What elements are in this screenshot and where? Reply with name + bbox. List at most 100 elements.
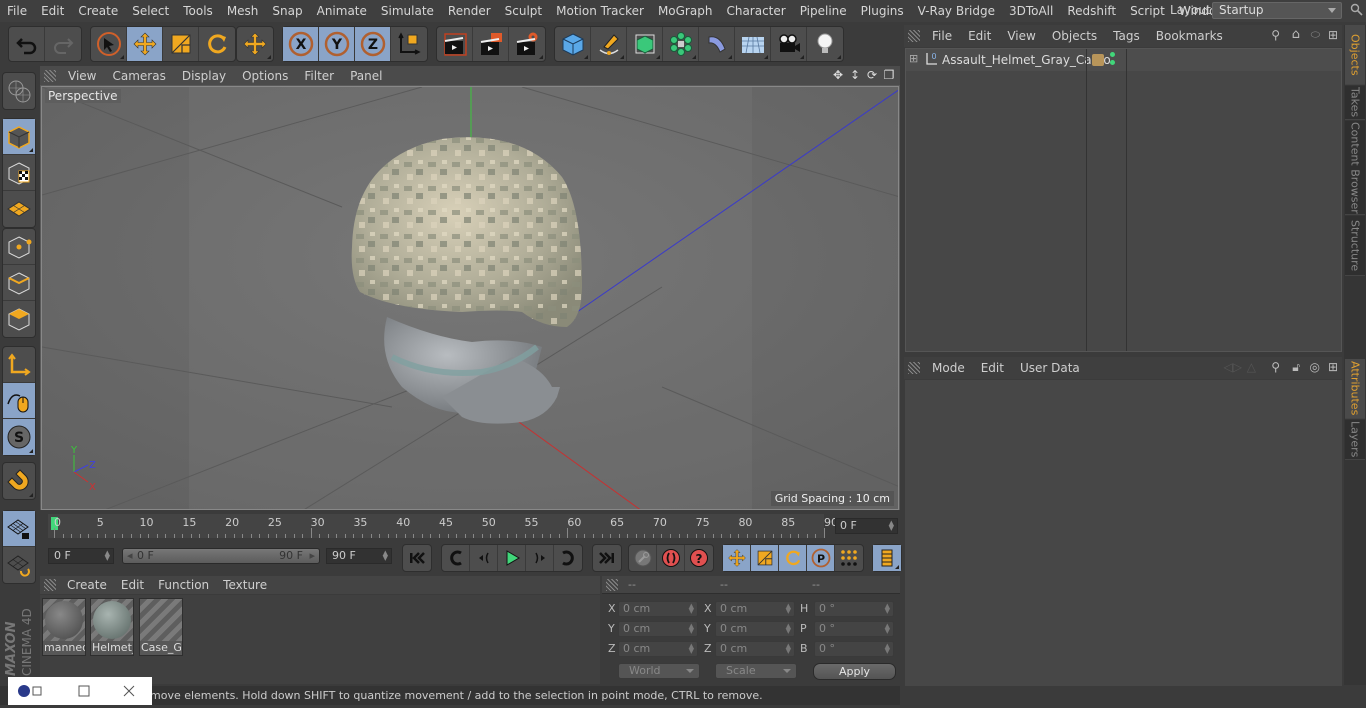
- panel-grip-icon[interactable]: [908, 30, 920, 42]
- menu-file[interactable]: File: [0, 4, 34, 18]
- object-row[interactable]: ⊞ 0 Assault_Helmet_Gray_Camo: [906, 49, 1341, 71]
- editor-visibility-dot[interactable]: [1110, 52, 1115, 57]
- panel-grip-icon[interactable]: [606, 579, 618, 591]
- up-arrow-icon[interactable]: △: [1247, 360, 1256, 374]
- polygons-mode-button[interactable]: [3, 301, 35, 337]
- objects-menu-objects[interactable]: Objects: [1044, 29, 1105, 43]
- play-button[interactable]: [498, 545, 526, 571]
- key-scale-button[interactable]: [751, 545, 779, 571]
- dolly-view-icon[interactable]: ↕: [848, 68, 862, 82]
- workplane-lock-button[interactable]: [3, 511, 35, 547]
- menu-character[interactable]: Character: [719, 4, 792, 18]
- light-button[interactable]: [807, 27, 843, 61]
- menu-sculpt[interactable]: Sculpt: [498, 4, 549, 18]
- spinner-icon[interactable]: ▲ ▼: [885, 623, 890, 635]
- menu-vray-bridge[interactable]: V-Ray Bridge: [911, 4, 1002, 18]
- spinner-icon[interactable]: ▲ ▼: [689, 643, 694, 655]
- spinner-icon[interactable]: ▲ ▼: [786, 603, 791, 615]
- objects-menu-view[interactable]: View: [999, 29, 1043, 43]
- menu-render[interactable]: Render: [441, 4, 498, 18]
- deformer-button[interactable]: [699, 27, 735, 61]
- range-left-arrow-icon[interactable]: ◂: [127, 549, 133, 563]
- menu-pipeline[interactable]: Pipeline: [793, 4, 854, 18]
- search-icon[interactable]: ⚲: [1271, 28, 1280, 42]
- viewport-menu-options[interactable]: Options: [234, 69, 296, 83]
- render-visibility-dot[interactable]: [1110, 60, 1115, 65]
- new-panel-icon[interactable]: ⊞: [1328, 360, 1338, 374]
- target-icon[interactable]: ◎: [1310, 360, 1320, 374]
- subdivision-button[interactable]: [627, 27, 663, 61]
- home-icon[interactable]: ⌂: [1292, 27, 1300, 42]
- x-axis-button[interactable]: X: [283, 27, 319, 61]
- menu-script[interactable]: Script: [1123, 4, 1172, 18]
- tab-attributes[interactable]: Attributes: [1345, 359, 1365, 419]
- viewport-menu-cameras[interactable]: Cameras: [104, 69, 173, 83]
- frame-range-slider[interactable]: ◂ 0 F 90 F ▸: [122, 548, 320, 564]
- current-frame-field[interactable]: 0 F ▲ ▼: [835, 518, 898, 534]
- spinner-icon[interactable]: ▲ ▼: [689, 623, 694, 635]
- attributes-menu-user-data[interactable]: User Data: [1012, 361, 1088, 375]
- menu-tools[interactable]: Tools: [176, 4, 220, 18]
- attributes-menu-mode[interactable]: Mode: [924, 361, 973, 375]
- spinner-icon[interactable]: ▲ ▼: [885, 603, 890, 615]
- tab-content-browser[interactable]: Content Browser: [1345, 121, 1365, 215]
- menu-simulate[interactable]: Simulate: [374, 4, 441, 18]
- menu-select[interactable]: Select: [125, 4, 176, 18]
- attributes-menu-edit[interactable]: Edit: [973, 361, 1012, 375]
- menu-mograph[interactable]: MoGraph: [651, 4, 720, 18]
- floor-button[interactable]: [735, 27, 771, 61]
- z-axis-button[interactable]: Z: [355, 27, 391, 61]
- spinner-icon[interactable]: ▲ ▼: [105, 550, 110, 562]
- coord-value-field[interactable]: 0 ° ▲ ▼: [814, 601, 894, 617]
- coord-value-field[interactable]: 0 cm ▲ ▼: [618, 641, 698, 657]
- range-right-arrow-icon[interactable]: ▸: [309, 549, 315, 563]
- viewport-menu-view[interactable]: View: [60, 69, 104, 83]
- cube-button[interactable]: [555, 27, 591, 61]
- next-frame-button[interactable]: [526, 545, 554, 571]
- end-frame-field[interactable]: 90 F ▲ ▼: [326, 548, 392, 564]
- tab-takes[interactable]: Takes: [1345, 86, 1365, 120]
- expand-icon[interactable]: ⊞: [909, 52, 918, 65]
- material-item[interactable]: manneq: [42, 598, 86, 656]
- material-menu-create[interactable]: Create: [60, 578, 114, 592]
- key-pla-button[interactable]: [835, 545, 863, 571]
- coord-value-field[interactable]: 0 cm ▲ ▼: [715, 601, 795, 617]
- tab-objects[interactable]: Objects: [1345, 25, 1365, 85]
- rotate-button[interactable]: [199, 27, 235, 61]
- column-divider[interactable]: [1126, 49, 1127, 351]
- workplane-mode-button[interactable]: [3, 191, 35, 227]
- goto-end-button[interactable]: [593, 545, 621, 571]
- scale-button[interactable]: [163, 27, 199, 61]
- menu-3dtoall[interactable]: 3DToAll: [1002, 4, 1060, 18]
- objects-menu-edit[interactable]: Edit: [960, 29, 999, 43]
- render-picture-viewer-button[interactable]: [473, 27, 509, 61]
- pan-view-icon[interactable]: ✥: [831, 68, 845, 82]
- timeline-ruler[interactable]: 0 5 10 15 20 25 30 35 40 45 50 55 60 65 70 75 80 85 90: [48, 514, 838, 538]
- goto-start-button[interactable]: [403, 545, 431, 571]
- next-key-button[interactable]: [554, 545, 582, 571]
- objects-menu-file[interactable]: File: [924, 29, 960, 43]
- minimized-window[interactable]: [8, 677, 152, 705]
- move-button[interactable]: [127, 27, 163, 61]
- layout-select[interactable]: Startup: [1212, 2, 1342, 19]
- back-arrow-icon[interactable]: ◁▷: [1224, 360, 1242, 374]
- panel-grip-icon[interactable]: [908, 362, 920, 374]
- panel-grip-icon[interactable]: [44, 579, 56, 591]
- orbit-view-icon[interactable]: ⟳: [865, 68, 879, 82]
- menu-plugins[interactable]: Plugins: [854, 4, 911, 18]
- search-icon[interactable]: ⚲: [1271, 360, 1280, 374]
- coordinate-system-button[interactable]: [391, 27, 427, 61]
- objects-menu-bookmarks[interactable]: Bookmarks: [1148, 29, 1231, 43]
- cloner-button[interactable]: [663, 27, 699, 61]
- autokey-button[interactable]: [657, 545, 685, 571]
- points-mode-button[interactable]: [3, 229, 35, 265]
- pen-button[interactable]: [591, 27, 627, 61]
- viewport-menu-panel[interactable]: Panel: [342, 69, 390, 83]
- coord-value-field[interactable]: 0 cm ▲ ▼: [715, 641, 795, 657]
- camera-label[interactable]: Perspective: [45, 89, 121, 103]
- key-position-button[interactable]: [723, 545, 751, 571]
- menu-redshift[interactable]: Redshift: [1060, 4, 1123, 18]
- workplane-align-button[interactable]: [3, 547, 35, 583]
- spinner-icon[interactable]: ▲ ▼: [889, 520, 894, 532]
- viewport-menu-display[interactable]: Display: [174, 69, 234, 83]
